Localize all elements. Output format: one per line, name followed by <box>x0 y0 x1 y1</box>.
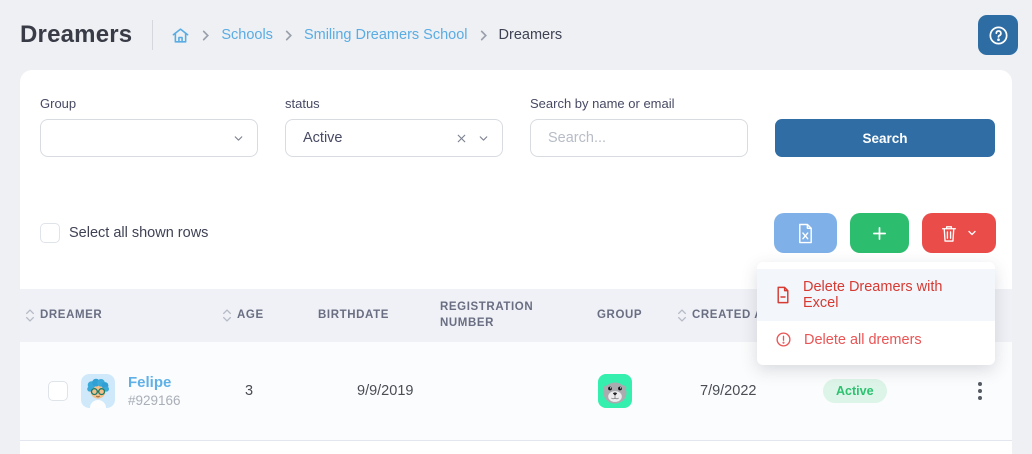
group-filter: Group <box>40 96 258 157</box>
dreamer-avatar <box>81 374 115 408</box>
status-filter: status Active <box>285 96 503 157</box>
breadcrumb-current: Dreamers <box>499 27 563 43</box>
status-cell: Active <box>790 379 930 403</box>
column-header-group: GROUP <box>575 308 665 324</box>
content-card: Group status Active Search by name or em <box>20 70 1012 454</box>
chevron-right-icon <box>201 30 210 41</box>
status-badge: Active <box>823 379 887 403</box>
column-header-age[interactable]: AGE <box>215 307 300 324</box>
chevron-down-icon <box>966 227 978 239</box>
file-minus-icon <box>775 286 791 304</box>
column-header-registration: REGISTRATION NUMBER <box>420 300 575 331</box>
export-excel-button[interactable] <box>774 213 837 253</box>
kebab-vertical-icon[interactable] <box>948 378 1012 404</box>
title-divider <box>152 20 153 50</box>
select-all-checkbox[interactable] <box>40 223 60 243</box>
breadcrumb-schools[interactable]: Schools <box>221 27 273 43</box>
dreamer-name-block: Felipe #929166 <box>128 374 181 408</box>
file-excel-icon <box>796 223 815 244</box>
add-dreamer-button[interactable] <box>850 213 909 253</box>
trash-icon <box>940 224 958 243</box>
delete-dropdown-button[interactable] <box>922 213 996 253</box>
action-buttons <box>774 213 996 253</box>
age-cell: 3 <box>215 383 300 399</box>
dreamer-cell: Felipe #929166 <box>20 374 215 408</box>
status-select-value: Active <box>303 130 455 146</box>
chevron-right-icon <box>284 30 293 41</box>
menu-item-delete-dreamers-with-excel[interactable]: Delete Dreamers with Excel <box>757 269 995 321</box>
question-circle-icon <box>987 24 1010 47</box>
row-checkbox[interactable] <box>48 381 68 401</box>
home-icon[interactable] <box>171 26 190 45</box>
select-all: Select all shown rows <box>40 223 208 243</box>
clear-status-x-icon[interactable] <box>455 132 468 145</box>
group-label: Group <box>40 96 258 111</box>
alert-circle-icon <box>775 331 792 348</box>
page-title: Dreamers <box>20 21 132 49</box>
search-label: Search by name or email <box>530 96 748 111</box>
search-button[interactable]: Search <box>775 119 995 157</box>
chevron-right-icon <box>479 30 488 41</box>
created-at-cell: 7/9/2022 <box>665 383 790 399</box>
screen: Dreamers Schools Smiling Dreamers School… <box>0 0 1032 454</box>
help-button[interactable] <box>978 15 1018 55</box>
actions-cell <box>930 378 1012 404</box>
group-cell <box>575 374 665 408</box>
menu-item-delete-all-dreamers[interactable]: Delete all dremers <box>757 321 995 358</box>
sort-chevrons-icon[interactable] <box>25 307 35 324</box>
birthdate-cell: 9/9/2019 <box>300 383 420 399</box>
sort-chevrons-icon[interactable] <box>677 307 687 324</box>
status-label: status <box>285 96 503 111</box>
select-all-label: Select all shown rows <box>69 225 208 241</box>
dreamer-name-link[interactable]: Felipe <box>128 374 181 391</box>
group-select[interactable] <box>40 119 258 157</box>
column-header-dreamer[interactable]: DREAMER <box>20 307 215 324</box>
status-select[interactable]: Active <box>285 119 503 157</box>
search-input[interactable] <box>530 119 748 157</box>
sort-chevrons-icon[interactable] <box>222 307 232 324</box>
toolbar: Select all shown rows <box>20 213 1012 253</box>
breadcrumb: Schools Smiling Dreamers School Dreamers <box>171 26 562 45</box>
breadcrumb-school-name[interactable]: Smiling Dreamers School <box>304 27 468 43</box>
dreamer-id: #929166 <box>128 393 181 408</box>
column-header-birthdate: BIRTHDATE <box>300 308 420 324</box>
plus-icon <box>871 225 888 242</box>
filter-bar: Group status Active Search by name or em <box>20 70 1012 157</box>
topbar: Dreamers Schools Smiling Dreamers School… <box>0 0 1032 70</box>
chevron-down-icon <box>232 132 245 145</box>
chevron-down-icon <box>477 132 490 145</box>
delete-menu: Delete Dreamers with Excel Delete all dr… <box>757 262 995 365</box>
group-avatar <box>598 374 665 408</box>
search-filter: Search by name or email <box>530 96 748 157</box>
